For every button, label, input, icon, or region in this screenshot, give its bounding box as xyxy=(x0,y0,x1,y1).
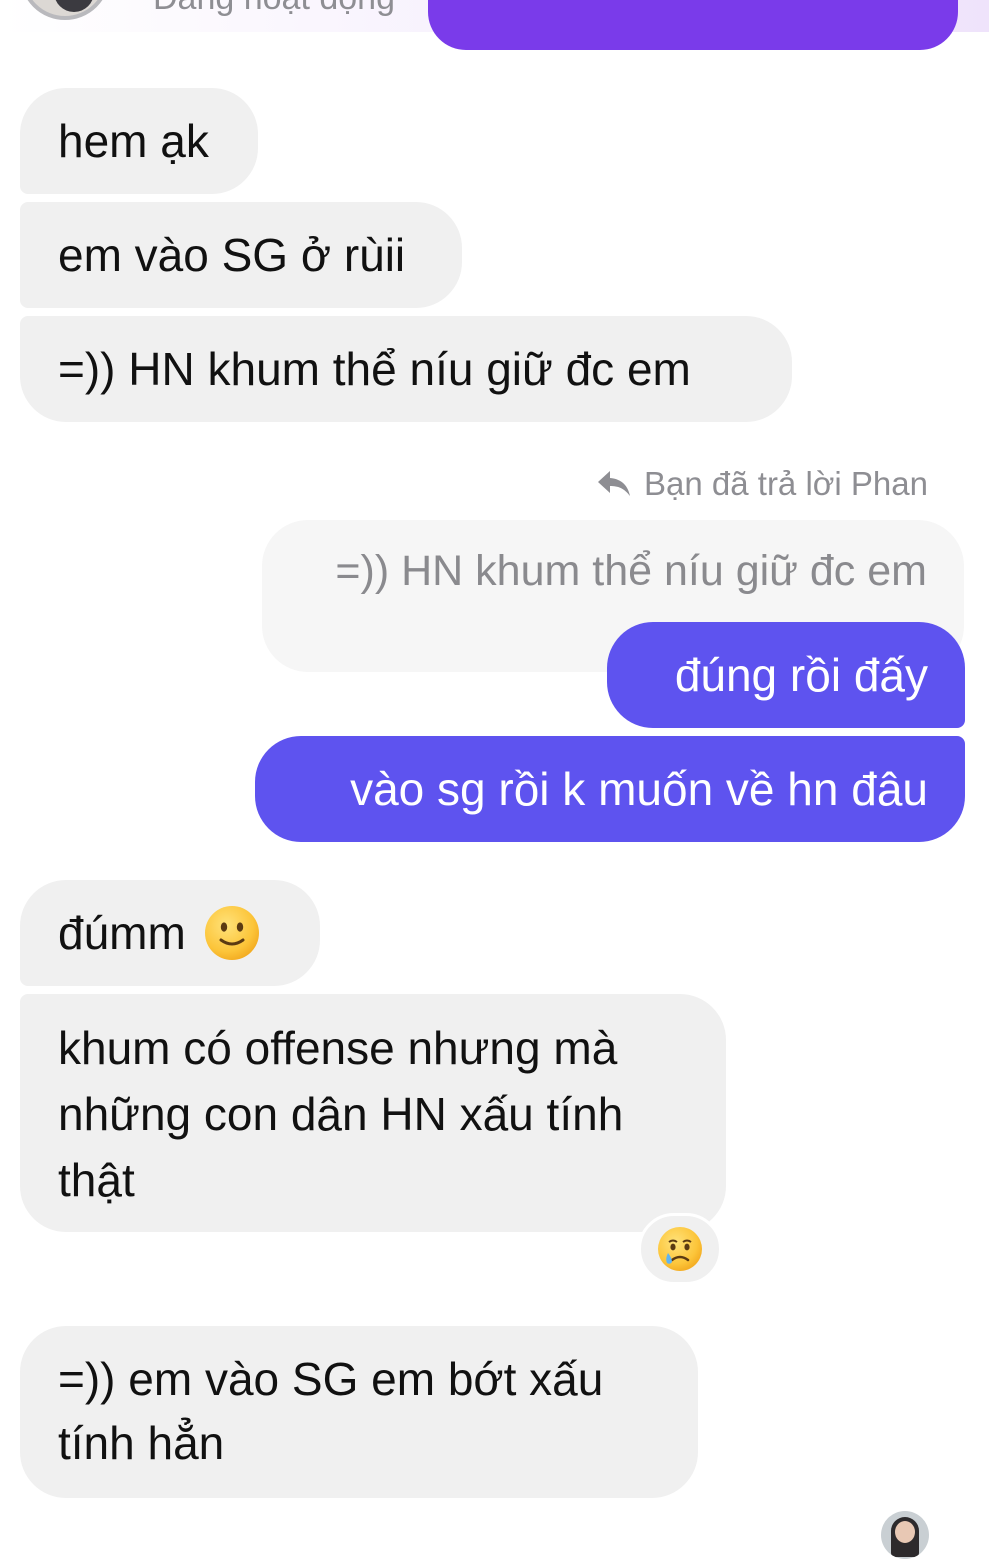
reply-arrow-icon xyxy=(598,471,631,496)
avatar-image xyxy=(54,0,94,12)
message-text: đúng rồi đấy xyxy=(674,649,928,701)
contact-avatar[interactable] xyxy=(20,0,110,20)
message-text: đúmm xyxy=(58,907,186,959)
crying-face-emoji-icon xyxy=(658,1227,702,1271)
outgoing-message[interactable]: vào sg rồi k muốn về hn đâu xyxy=(255,736,965,842)
message-reaction[interactable] xyxy=(638,1213,722,1285)
reply-indicator-text: Bạn đã trả lời Phan xyxy=(644,465,928,502)
incoming-message[interactable]: =)) HN khum thể níu giữ đc em xyxy=(20,316,792,422)
incoming-message[interactable]: hem ạk xyxy=(20,88,258,194)
message-text: =)) HN khum thể níu giữ đc em xyxy=(58,343,691,395)
outgoing-message[interactable]: đúng rồi đấy xyxy=(607,622,965,728)
seen-receipt-avatar xyxy=(881,1511,929,1559)
message-text: =)) em vào SG em bớt xấu tính hẳn xyxy=(58,1353,604,1469)
quoted-message-text: =)) HN khum thể níu giữ đc em xyxy=(335,547,927,595)
message-text: khum có offense nhưng mà những con dân H… xyxy=(58,1022,624,1206)
message-text: em vào SG ở rùii xyxy=(58,229,406,281)
incoming-message[interactable]: em vào SG ở rùii xyxy=(20,202,462,308)
message-text: hem ạk xyxy=(58,115,209,167)
outgoing-message-bubble-partial[interactable] xyxy=(428,0,958,50)
active-status: Đang hoạt động xyxy=(153,0,395,18)
reply-indicator: Bạn đã trả lời Phan xyxy=(560,462,928,506)
message-text: vào sg rồi k muốn về hn đâu xyxy=(350,763,928,815)
slightly-smiling-face-emoji-icon xyxy=(204,905,259,960)
incoming-message[interactable]: =)) em vào SG em bớt xấu tính hẳn xyxy=(20,1326,698,1498)
avatar-face xyxy=(895,1521,915,1543)
incoming-message[interactable]: khum có offense nhưng mà những con dân H… xyxy=(20,994,726,1232)
incoming-message[interactable]: đúmm xyxy=(20,880,320,986)
